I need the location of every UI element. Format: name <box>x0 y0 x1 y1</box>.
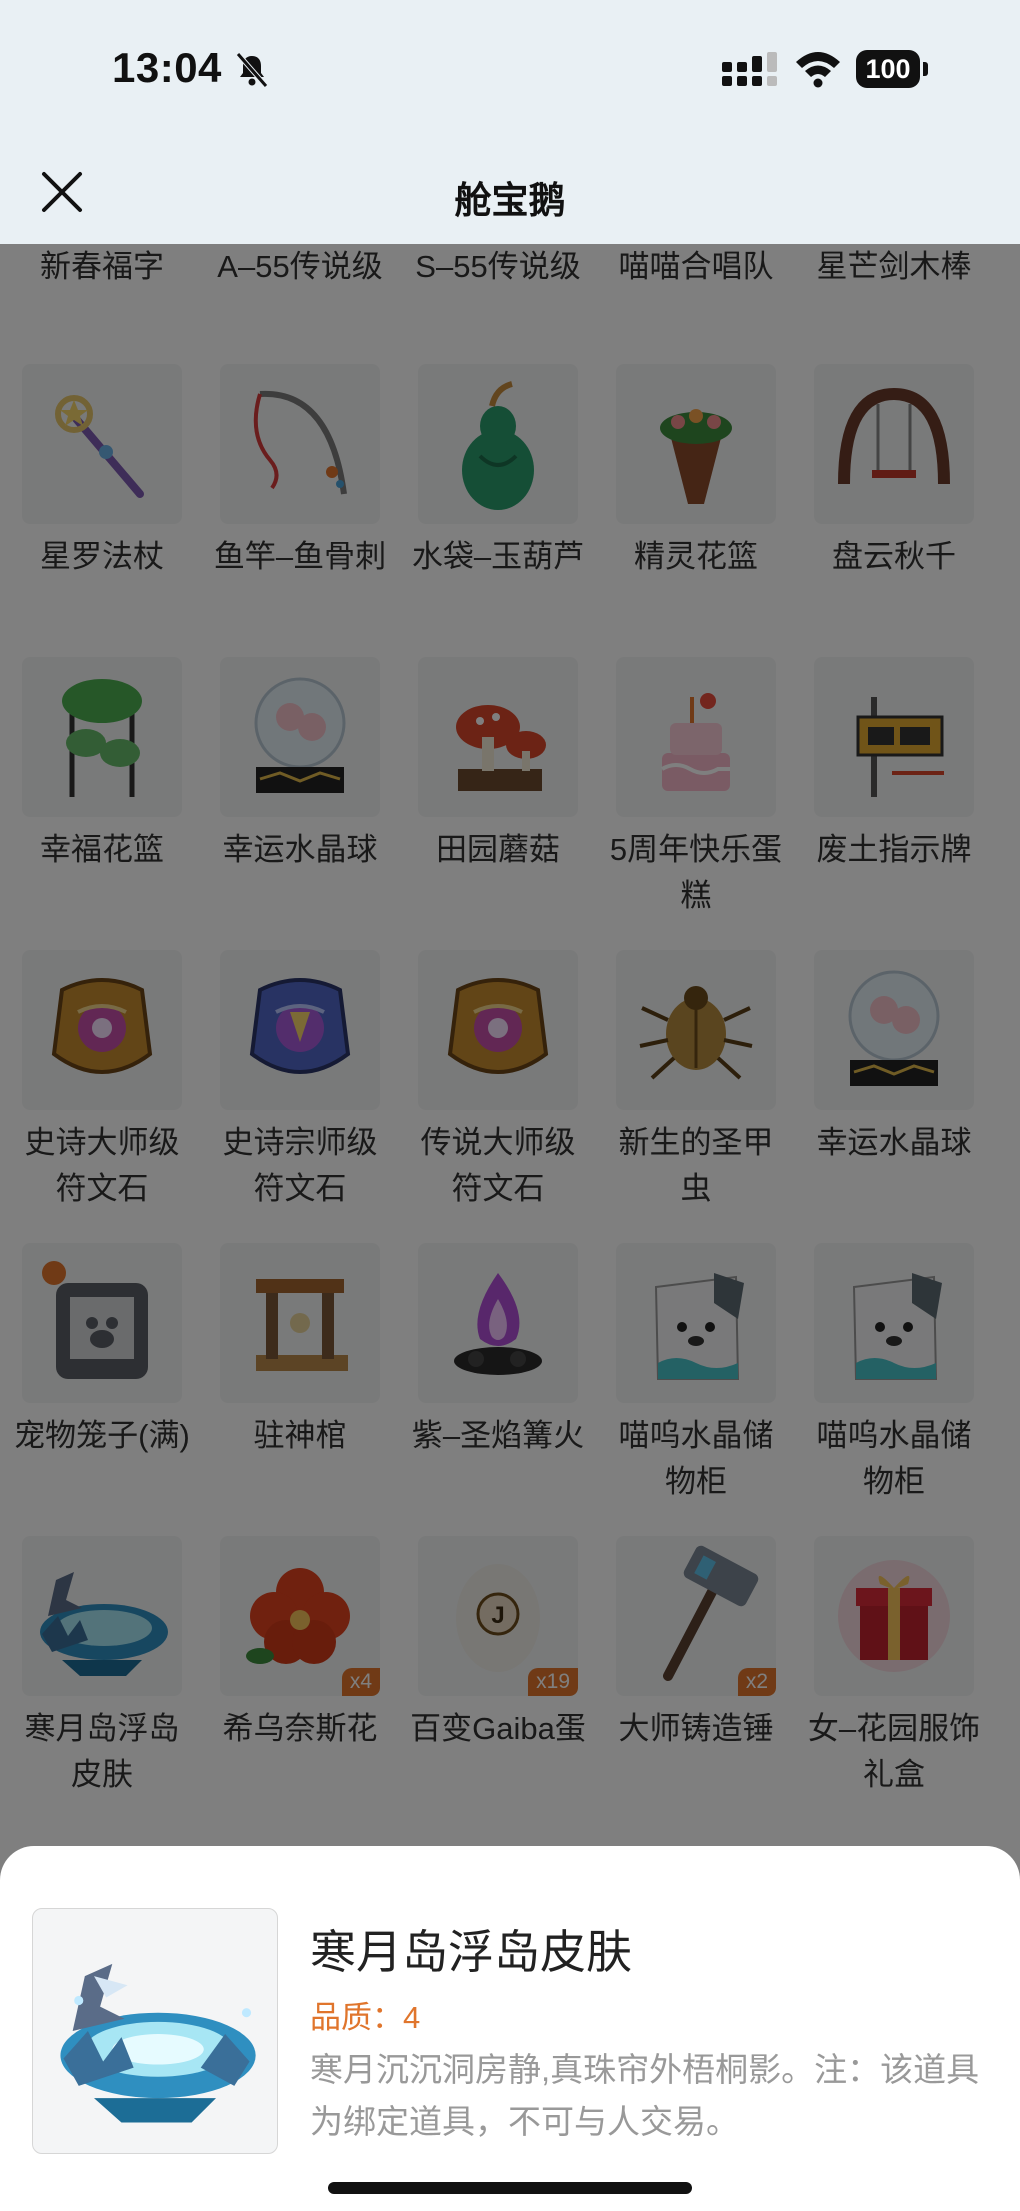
status-time: 13:04 <box>112 44 222 91</box>
detail-item-image <box>32 1908 278 2154</box>
page-title: 舱宝鹅 <box>454 180 566 221</box>
detail-item-name: 寒月岛浮岛皮肤 <box>310 1926 632 1978</box>
floating-island-icon <box>60 1963 256 2123</box>
cellular-signal-icon <box>722 52 777 86</box>
battery-level: 100 <box>856 50 920 88</box>
home-indicator <box>328 2182 692 2194</box>
bell-muted-icon <box>236 52 268 88</box>
battery-icon: 100 <box>856 50 930 88</box>
detail-item-description: 寒月沉沉洞房静,真珠帘外梧桐影。注：该道具为绑定道具，不可与人交易。 <box>310 2051 980 2140</box>
nav-bar: 舱宝鹅 <box>0 140 1020 244</box>
item-detail-sheet: 寒月岛浮岛皮肤 品质：4 寒月沉沉洞房静,真珠帘外梧桐影。注：该道具为绑定道具，… <box>0 1846 1020 2211</box>
detail-item-quality: 品质：4 <box>310 2000 421 2035</box>
status-bar: 13:04 100 <box>0 0 1020 140</box>
wifi-icon <box>796 52 840 88</box>
